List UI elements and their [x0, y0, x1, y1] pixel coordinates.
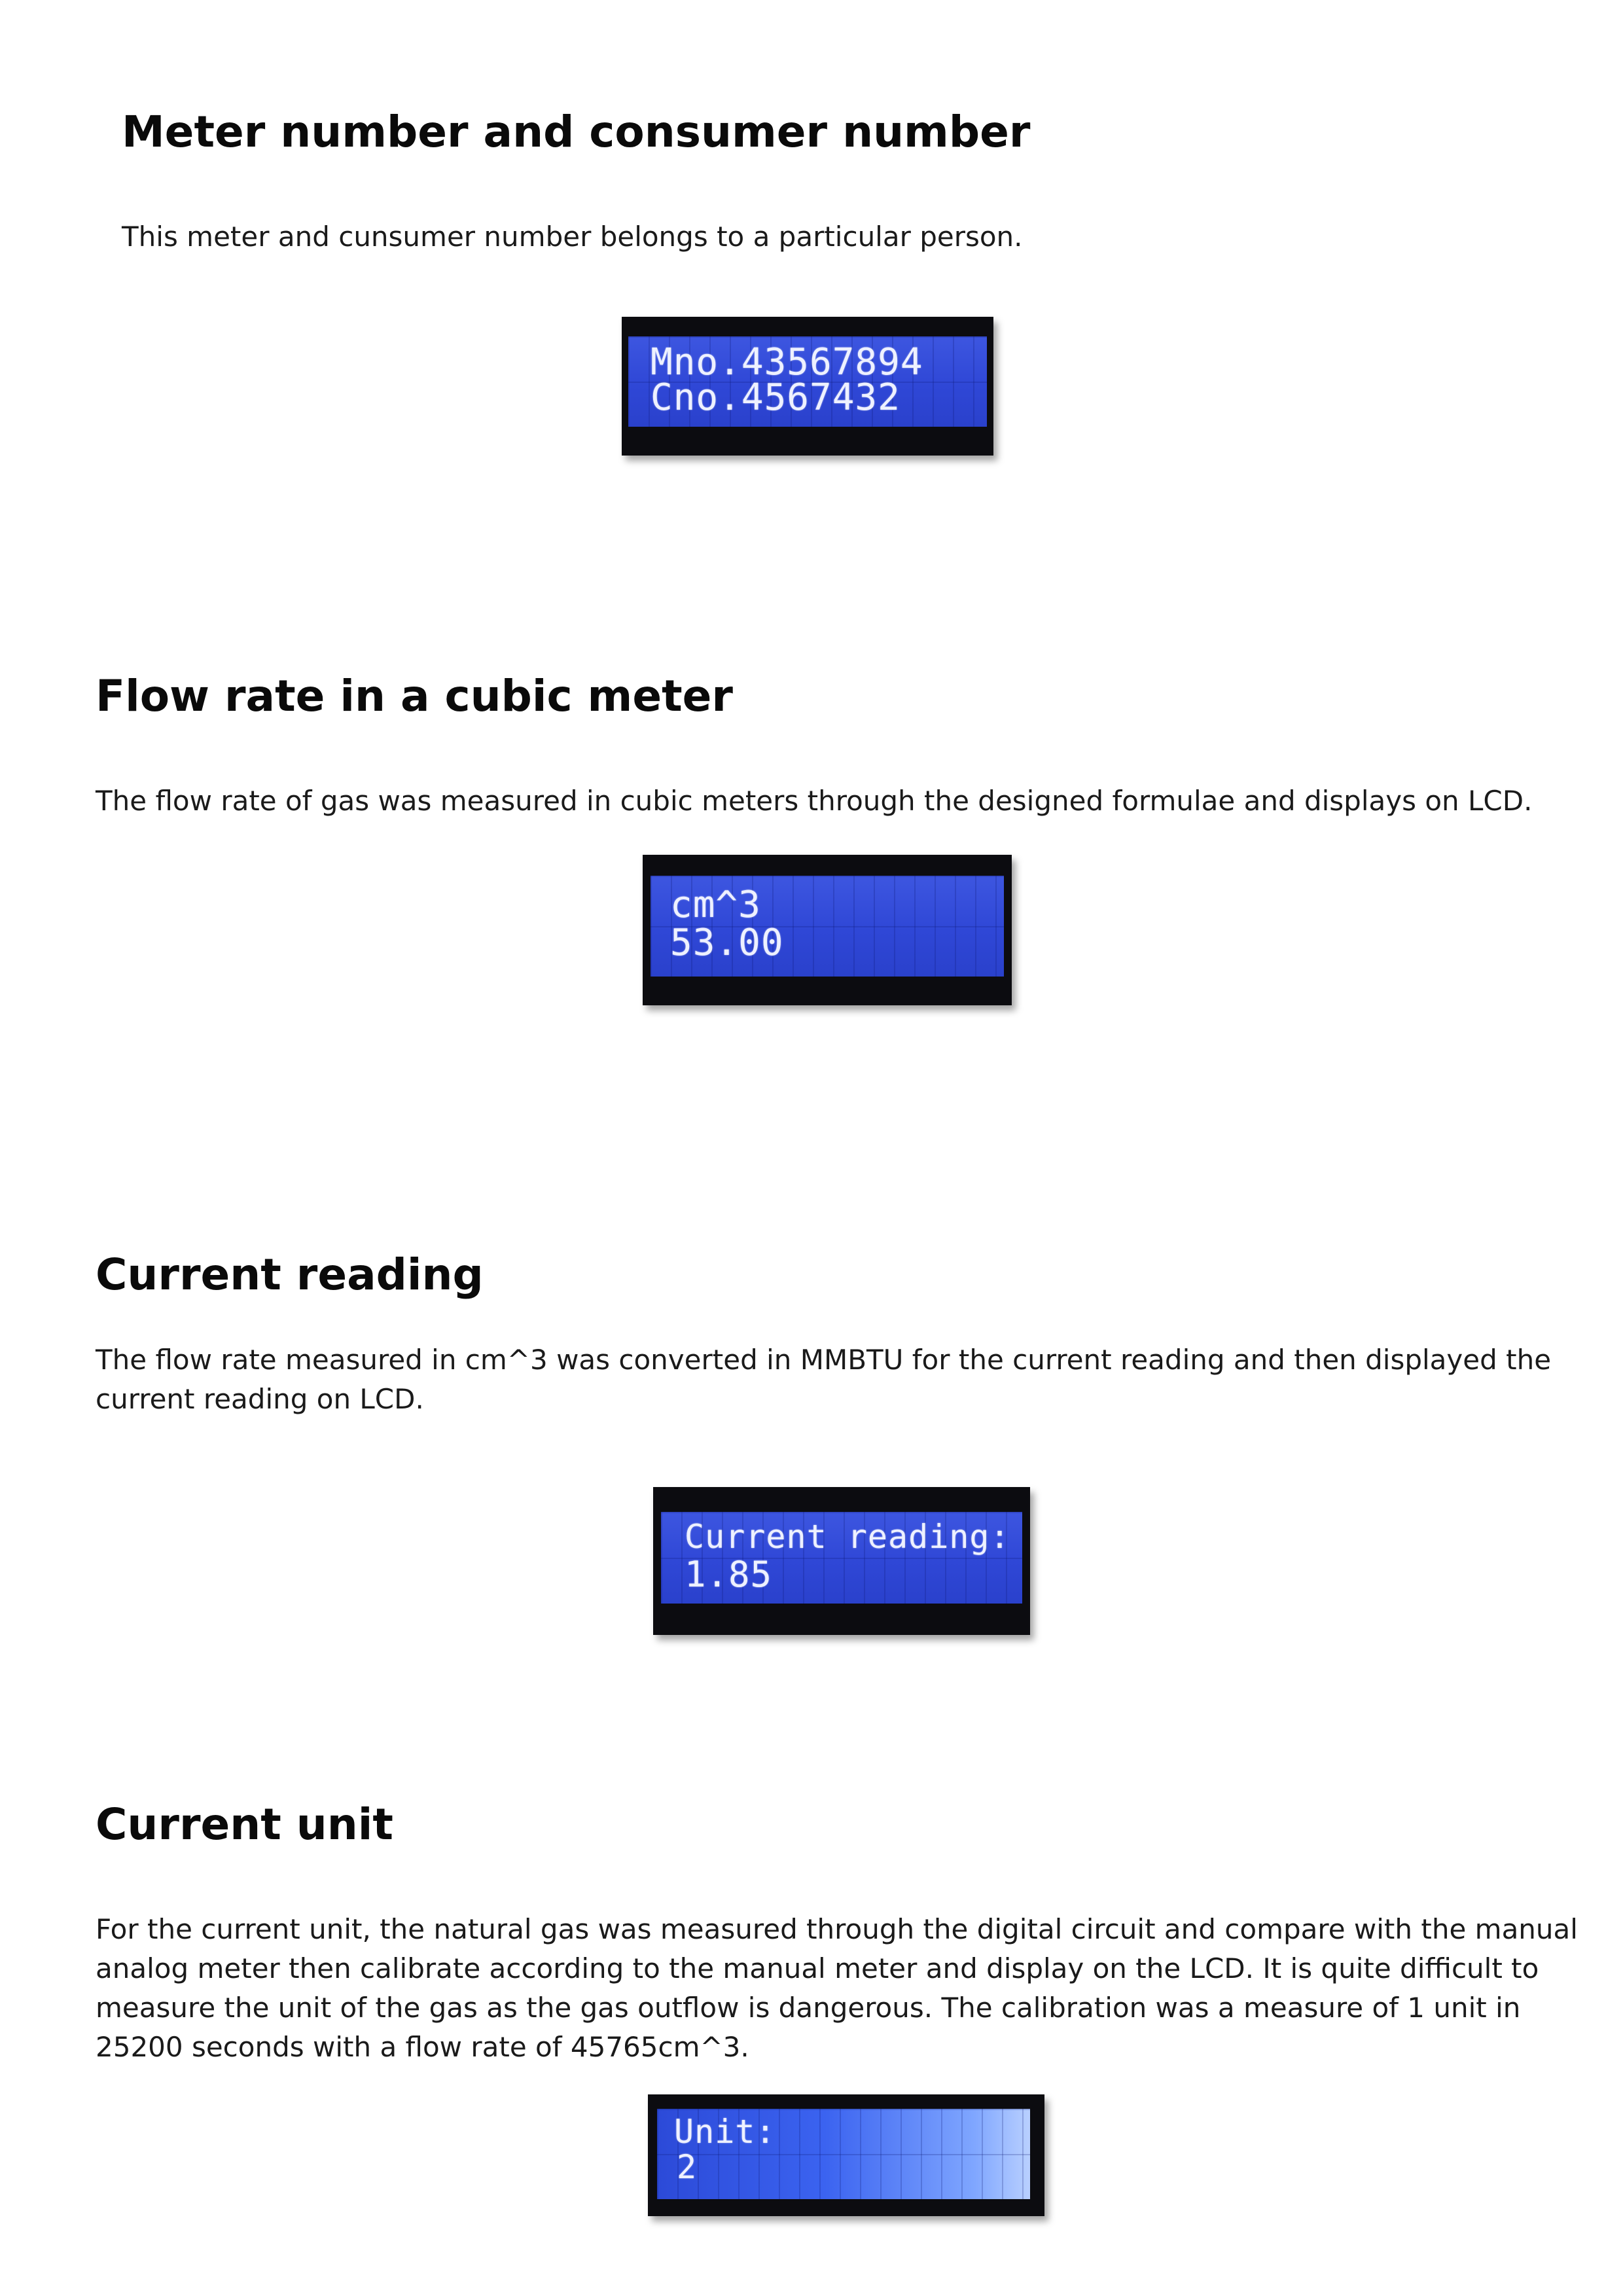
section-text-flow-rate: The flow rate of gas was measured in cub… — [96, 785, 1533, 817]
lcd-line-2: Cno.4567432 — [651, 376, 901, 419]
section-text-current-reading: The flow rate measured in cm^3 was conve… — [96, 1344, 1552, 1415]
lcd-screen: Current reading: 1.85 — [661, 1512, 1022, 1604]
lcd-line-2: 2 — [677, 2148, 698, 2186]
lcd-line-1: Current reading: — [685, 1518, 1010, 1556]
lcd-line-2: 53.00 — [670, 922, 784, 964]
lcd-screen: Mno.43567894 Cno.4567432 — [628, 336, 987, 427]
section-text-meter-number: This meter and cunsumer number belongs t… — [122, 221, 1023, 253]
lcd-line-1: cm^3 — [670, 884, 761, 926]
lcd-line-2: 1.85 — [685, 1554, 773, 1595]
section-title-current-reading: Current reading — [96, 1249, 484, 1300]
section-title-meter-number: Meter number and consumer number — [122, 107, 1031, 157]
lcd-screen: cm^3 53.00 — [651, 876, 1004, 977]
section-title-flow-rate: Flow rate in a cubic meter — [96, 671, 733, 721]
section-text-current-unit: For the current unit, the natural gas wa… — [96, 1913, 1578, 2063]
section-title-current-unit: Current unit — [96, 1799, 393, 1850]
lcd-photo-flow-rate: cm^3 53.00 — [643, 855, 1012, 1005]
lcd-photo-current-reading: Current reading: 1.85 — [653, 1487, 1030, 1635]
lcd-photo-current-unit: Unit: 2 — [648, 2094, 1044, 2216]
lcd-photo-meter-number: Mno.43567894 Cno.4567432 — [622, 317, 993, 456]
lcd-line-1: Unit: — [674, 2113, 776, 2151]
lcd-screen: Unit: 2 — [657, 2109, 1030, 2199]
